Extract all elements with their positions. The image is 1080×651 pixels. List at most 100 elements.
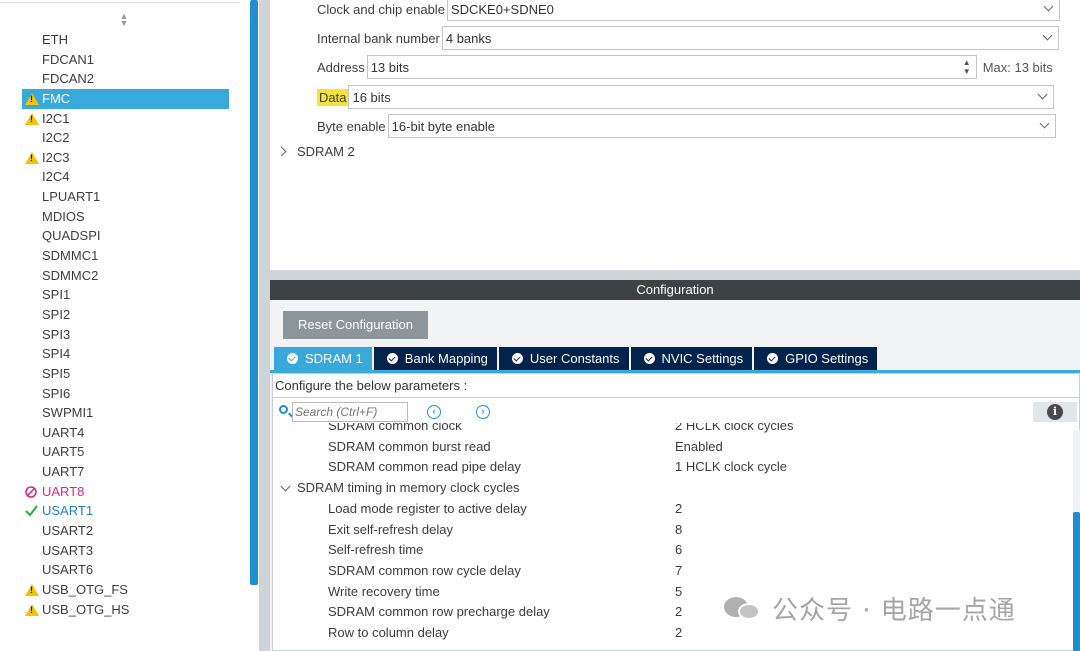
- status-placeholder: [24, 50, 40, 69]
- status-placeholder: [24, 384, 40, 403]
- chevron-down-icon: [1038, 89, 1048, 100]
- parameter-value[interactable]: 2: [675, 604, 682, 619]
- peripheral-label: LPUART1: [42, 189, 101, 205]
- peripheral-item-i2c3[interactable]: I2C3: [22, 148, 229, 168]
- peripheral-item-mdios[interactable]: MDIOS: [22, 207, 229, 227]
- scrollbar-thumb[interactable]: [1073, 512, 1080, 651]
- search-input[interactable]: [292, 402, 408, 422]
- address-spinner[interactable]: 13 bits ▲ ▼: [366, 55, 977, 79]
- address-label: Address: [317, 59, 365, 75]
- peripheral-item-i2c2[interactable]: I2C2: [22, 128, 229, 148]
- peripheral-item-usart3[interactable]: USART3: [22, 541, 229, 561]
- sort-icon[interactable]: ▲ ▼: [118, 12, 130, 29]
- parameter-value[interactable]: 1 HCLK clock cycle: [675, 459, 787, 474]
- tab-sdram1[interactable]: SDRAM 1: [274, 347, 372, 370]
- parameter-value[interactable]: 2: [675, 501, 682, 516]
- peripheral-item-fdcan2[interactable]: FDCAN2: [22, 69, 229, 89]
- info-button[interactable]: i: [1033, 402, 1077, 422]
- peripheral-item-sdmmc2[interactable]: SDMMC2: [22, 266, 229, 286]
- byte-enable-label: Byte enable: [317, 118, 386, 134]
- tab-gpio-settings[interactable]: GPIO Settings: [754, 347, 878, 370]
- chevron-down-icon: [1043, 1, 1054, 12]
- peripheral-item-usb_otg_hs[interactable]: USB_OTG_HS: [22, 600, 229, 620]
- status-placeholder: [24, 226, 40, 245]
- address-max-label: Max: 13 bits: [982, 59, 1053, 75]
- tab-label: GPIO Settings: [785, 351, 869, 366]
- peripheral-item-eth[interactable]: ETH: [22, 30, 229, 50]
- peripheral-label: I2C3: [42, 149, 70, 165]
- peripheral-item-spi6[interactable]: SPI6: [22, 384, 229, 404]
- peripheral-item-usart2[interactable]: USART2: [22, 521, 229, 541]
- peripheral-item-spi1[interactable]: SPI1: [22, 285, 229, 305]
- parameter-value[interactable]: 8: [675, 522, 682, 537]
- byte-enable-value: 16-bit byte enable: [391, 118, 496, 134]
- parameter-value[interactable]: 7: [675, 563, 682, 578]
- peripheral-label: SDMMC2: [42, 267, 99, 283]
- panel-divider: [0, 2, 240, 3]
- parameter-scrollbar[interactable]: [1073, 430, 1080, 651]
- data-width-select[interactable]: 16 bits: [348, 85, 1055, 109]
- pane-splitter[interactable]: [259, 0, 270, 651]
- parameter-row[interactable]: SDRAM common burst read Enabled: [273, 437, 1071, 457]
- peripheral-item-uart7[interactable]: UART7: [22, 462, 229, 482]
- arrow-left-circle-icon[interactable]: ‹: [427, 405, 441, 419]
- clock-chip-enable-select[interactable]: SDCKE0+SDNE0: [446, 0, 1060, 21]
- parameter-row[interactable]: SDRAM common read pipe delay 1 HCLK clock…: [273, 457, 1071, 477]
- checkmark-icon: [24, 501, 40, 520]
- byte-enable-select[interactable]: 16-bit byte enable: [387, 114, 1056, 138]
- tab-label: SDRAM 1: [305, 351, 363, 366]
- sdram2-expander[interactable]: SDRAM 2: [276, 144, 355, 159]
- tab-user-constants[interactable]: User Constants: [498, 347, 629, 370]
- parameter-value[interactable]: 5: [675, 584, 682, 599]
- peripheral-label: I2C2: [42, 130, 70, 146]
- configuration-title: Configuration: [270, 280, 1080, 300]
- parameter-row[interactable]: Load mode register to active delay 2: [273, 499, 1071, 519]
- status-placeholder: [24, 187, 40, 206]
- parameter-name: SDRAM common burst read: [328, 438, 491, 454]
- peripheral-item-usart6[interactable]: USART6: [22, 560, 229, 580]
- spinner-arrows-icon[interactable]: ▲ ▼: [962, 58, 972, 76]
- parameter-group-row[interactable]: SDRAM timing in memory clock cycles: [273, 478, 1071, 498]
- status-placeholder: [24, 128, 40, 147]
- peripheral-item-uart4[interactable]: UART4: [22, 423, 229, 443]
- peripheral-label: FMC: [42, 90, 71, 106]
- parameter-row[interactable]: Exit self-refresh delay 8: [273, 520, 1071, 540]
- parameter-value[interactable]: 2 HCLK clock cycles: [675, 423, 793, 433]
- peripheral-item-i2c4[interactable]: I2C4: [22, 167, 229, 187]
- left-scrollbar[interactable]: [250, 0, 258, 585]
- parameter-value[interactable]: 6: [675, 542, 682, 557]
- parameter-value[interactable]: Enabled: [675, 439, 723, 454]
- internal-bank-select[interactable]: 4 banks: [441, 26, 1059, 50]
- fmc-parameters-panel: Clock and chip enable SDCKE0+SDNE0 Inter…: [270, 0, 1080, 270]
- tab-nvic-settings[interactable]: NVIC Settings: [630, 347, 753, 370]
- peripheral-item-fdcan1[interactable]: FDCAN1: [22, 50, 229, 70]
- peripheral-item-uart5[interactable]: UART5: [22, 442, 229, 462]
- peripheral-item-sdmmc1[interactable]: SDMMC1: [22, 246, 229, 266]
- peripheral-label: MDIOS: [42, 208, 85, 224]
- tab-bank-mapping[interactable]: Bank Mapping: [373, 347, 497, 370]
- pane-splitter-horizontal[interactable]: [270, 270, 1080, 280]
- parameter-row[interactable]: SDRAM common row cycle delay 7: [273, 561, 1071, 581]
- peripheral-item-lpuart1[interactable]: LPUART1: [22, 187, 229, 207]
- peripheral-item-spi3[interactable]: SPI3: [22, 325, 229, 345]
- peripheral-item-swpmi1[interactable]: SWPMI1: [22, 403, 229, 423]
- status-placeholder: [24, 266, 40, 285]
- peripheral-item-usb_otg_fs[interactable]: USB_OTG_FS: [22, 580, 229, 600]
- peripheral-item-spi2[interactable]: SPI2: [22, 305, 229, 325]
- parameter-row[interactable]: Self-refresh time 6: [273, 540, 1071, 560]
- peripheral-label: UART5: [42, 444, 85, 460]
- peripheral-item-fmc[interactable]: FMC: [22, 88, 229, 109]
- peripheral-item-i2c1[interactable]: I2C1: [22, 109, 229, 129]
- peripheral-item-spi4[interactable]: SPI4: [22, 344, 229, 364]
- status-placeholder: [24, 521, 40, 540]
- chevron-down-icon: [280, 481, 291, 492]
- reset-configuration-button[interactable]: Reset Configuration: [283, 311, 428, 339]
- peripheral-item-quadspi[interactable]: QUADSPI: [22, 226, 229, 246]
- peripheral-item-uart8[interactable]: UART8: [22, 482, 229, 502]
- arrow-right-circle-icon[interactable]: ›: [476, 405, 490, 419]
- peripheral-item-usart1[interactable]: USART1: [22, 501, 229, 521]
- tab-label: Bank Mapping: [404, 351, 488, 366]
- parameter-row[interactable]: SDRAM common clock 2 HCLK clock cycles: [273, 423, 1071, 436]
- parameter-value[interactable]: 2: [675, 625, 682, 640]
- peripheral-item-spi5[interactable]: SPI5: [22, 364, 229, 384]
